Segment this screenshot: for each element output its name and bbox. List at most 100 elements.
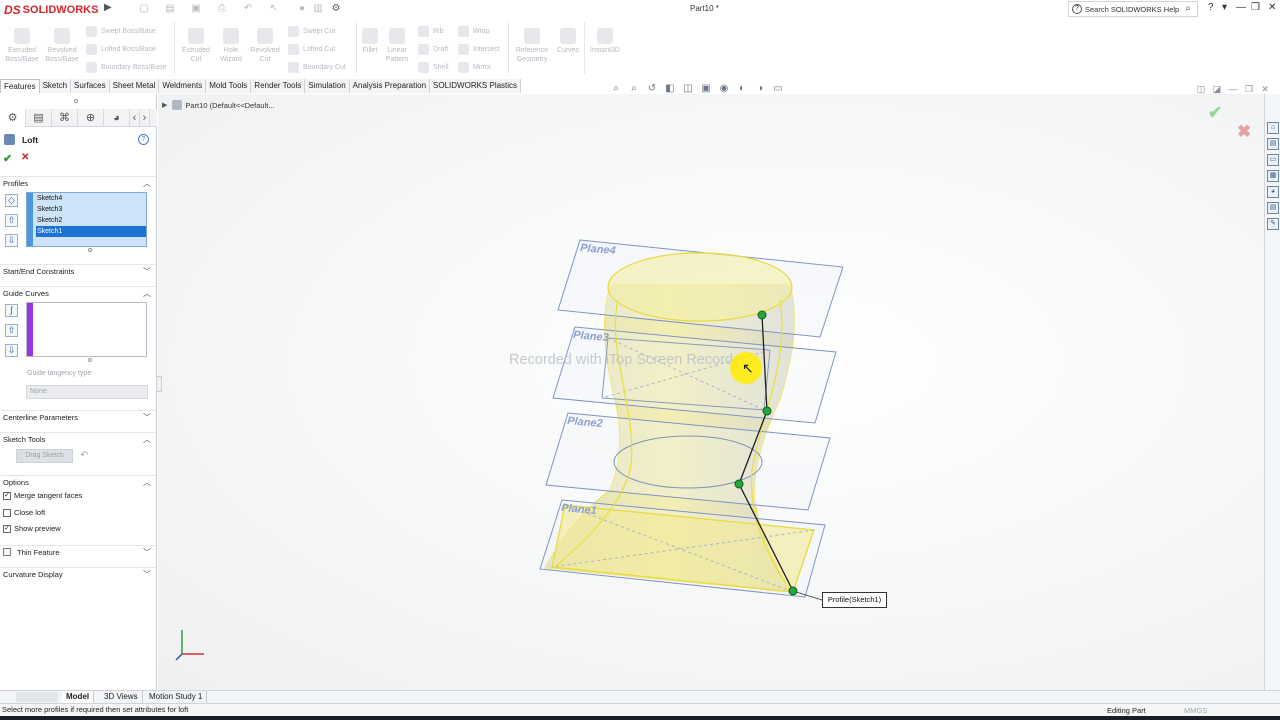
tab-render-tools[interactable]: Render Tools [251, 79, 306, 93]
swept-boss-button[interactable]: Swept Boss/Base [86, 26, 156, 37]
collapse-chevron-icon[interactable]: ︿ [143, 433, 151, 447]
profile-item[interactable]: Sketch2 [36, 215, 146, 226]
tab-solidworks-plastics[interactable]: SOLIDWORKS Plastics [430, 79, 522, 93]
profile-item-selected[interactable]: Sketch1 [36, 226, 146, 237]
listbox-resize-grip[interactable] [88, 358, 92, 362]
intersect-button[interactable]: Intersect [458, 44, 500, 55]
extruded-boss-button[interactable]: Extruded Boss/Base [4, 28, 40, 64]
restore-icon[interactable]: ❐ [1251, 2, 1260, 13]
design-library-icon[interactable]: ▤ [1267, 138, 1279, 150]
doc-restore-icon[interactable]: ◪ [1209, 84, 1225, 95]
tabs-scroll-left-icon[interactable]: ‹ [130, 109, 140, 127]
draft-button[interactable]: Draft [418, 44, 448, 55]
profile-item[interactable]: Sketch3 [36, 204, 146, 215]
tab-motion-study-1[interactable]: Motion Study 1 [145, 691, 208, 703]
solidworks-resources-icon[interactable]: ⌂ [1267, 122, 1279, 134]
sketch-tools-section-header[interactable]: Sketch Tools ︿ [0, 432, 156, 446]
move-up-arrow-icon[interactable]: ⇧ [5, 214, 18, 227]
print-icon[interactable]: ⎙ [216, 3, 228, 15]
fillet-button[interactable]: Fillet [359, 28, 381, 55]
curvature-display-section-header[interactable]: Curvature Display ﹀ [0, 567, 156, 581]
tab-weldments[interactable]: Weldments [159, 79, 207, 93]
curves-button[interactable]: Curves [554, 28, 582, 55]
tab-sheet-metal[interactable]: Sheet Metal [109, 79, 160, 93]
instant3d-button[interactable]: Instant3D [586, 28, 624, 55]
merge-tangent-faces-checkbox[interactable]: ✓ Merge tangent faces [3, 490, 82, 502]
open-document-icon[interactable]: ▤ [164, 3, 176, 15]
rebuild-icon[interactable]: ● [296, 3, 308, 15]
options-gear-icon[interactable]: ⚙ [330, 3, 342, 15]
feature-manager-tab-icon[interactable]: ⚙ [0, 109, 26, 127]
file-properties-icon[interactable]: ▥ [312, 3, 324, 15]
lofted-cut-button[interactable]: Lofted Cut [288, 44, 335, 55]
hole-wizard-button[interactable]: Hole Wizard [214, 28, 248, 64]
thin-feature-checkbox[interactable] [3, 548, 11, 556]
revolved-cut-button[interactable]: Revolved Cut [248, 28, 282, 64]
tab-analysis-preparation[interactable]: Analysis Preparation [349, 79, 431, 93]
guide-curves-section-header[interactable]: Guide Curves ︿ [0, 286, 156, 300]
start-end-constraints-header[interactable]: Start/End Constraints ﹀ [0, 264, 156, 278]
confirm-corner-cancel-icon[interactable]: ✖ [1237, 122, 1251, 142]
solidworks-logo[interactable]: DS SOLIDWORKS [4, 2, 98, 18]
tab-navigation-arrows-icon[interactable] [16, 692, 58, 702]
expand-chevron-icon[interactable]: ﹀ [143, 568, 151, 582]
checkbox-checked-icon[interactable]: ✓ [3, 525, 11, 533]
cancel-x-icon[interactable]: ✕ [21, 152, 29, 163]
profiles-listbox[interactable]: Sketch4 Sketch3 Sketch2 Sketch1 [26, 192, 147, 247]
boundary-cut-button[interactable]: Boundary Cut [288, 62, 346, 73]
drag-sketch-button[interactable]: Drag Sketch [16, 449, 73, 463]
save-icon[interactable]: ▣ [190, 3, 202, 15]
doc-maximize-icon[interactable]: ❐ [1241, 84, 1257, 95]
tab-mold-tools[interactable]: Mold Tools [206, 79, 252, 93]
guide-move-down-arrow-icon[interactable]: ⇩ [5, 344, 18, 357]
expand-chevron-icon[interactable]: ﹀ [143, 546, 151, 560]
display-manager-tab-icon[interactable]: ◕ [104, 109, 130, 127]
thin-feature-section-header[interactable]: Thin Feature ﹀ [0, 545, 156, 559]
close-loft-checkbox[interactable]: Close loft [3, 507, 45, 519]
extruded-cut-button[interactable]: Extruded Cut [178, 28, 214, 64]
configuration-manager-tab-icon[interactable]: ⌘ [52, 109, 78, 127]
panel-collapse-handle[interactable] [157, 376, 162, 392]
guide-move-up-arrow-icon[interactable]: ⇧ [5, 324, 18, 337]
help-icon[interactable]: ? [138, 134, 149, 145]
move-down-arrow-icon[interactable]: ⇩ [5, 234, 18, 247]
property-manager-tab-icon[interactable]: ▤ [26, 109, 52, 127]
appearances-icon[interactable]: ◕ [1267, 186, 1279, 198]
tab-simulation[interactable]: Simulation [305, 79, 350, 93]
forum-icon[interactable]: ✎ [1267, 218, 1279, 230]
collapse-chevron-icon[interactable]: ︿ [143, 476, 151, 490]
tab-sketch[interactable]: Sketch [39, 79, 72, 93]
revolved-boss-button[interactable]: Revolved Boss/Base [44, 28, 80, 64]
unit-system[interactable]: MMGS [1184, 706, 1207, 715]
expand-chevron-icon[interactable]: ﹀ [143, 265, 151, 279]
shell-button[interactable]: Shell [418, 62, 449, 73]
boundary-boss-button[interactable]: Boundary Boss/Base [86, 62, 166, 73]
guide-curves-listbox[interactable] [26, 302, 147, 357]
confirm-corner-ok-icon[interactable]: ✔ [1208, 103, 1222, 123]
help-menu-icon[interactable]: ? [1208, 2, 1214, 13]
profile-item[interactable]: Sketch4 [36, 193, 146, 204]
profile-callout[interactable]: Profile(Sketch1) [822, 592, 887, 608]
panel-resize-grip[interactable] [74, 99, 78, 103]
tab-model[interactable]: Model [62, 691, 95, 703]
file-explorer-icon[interactable]: ▭ [1267, 154, 1279, 166]
search-icon[interactable]: ⌕ [1185, 3, 1191, 14]
expand-chevron-icon[interactable]: ﹀ [143, 411, 151, 425]
checkbox-unchecked-icon[interactable] [3, 509, 11, 517]
profiles-section-header[interactable]: Profiles ︿ [0, 176, 156, 190]
collapse-chevron-icon[interactable]: ︿ [143, 177, 151, 191]
show-preview-checkbox[interactable]: ✓ Show preview [3, 523, 61, 535]
centerline-parameters-header[interactable]: Centerline Parameters ﹀ [0, 410, 156, 424]
select-icon[interactable]: ↖ [268, 3, 280, 15]
linear-pattern-button[interactable]: Linear Pattern [382, 28, 412, 64]
doc-minimize-icon[interactable]: — [1225, 84, 1241, 95]
tab-surfaces[interactable]: Surfaces [71, 79, 110, 93]
dimxpert-manager-tab-icon[interactable]: ⊕ [78, 109, 104, 127]
view-palette-icon[interactable]: ▦ [1267, 170, 1279, 182]
undo-icon[interactable]: ↶ [242, 3, 254, 15]
minimize-icon[interactable]: — [1236, 2, 1246, 13]
help-dropdown-icon[interactable]: ▾ [1222, 2, 1227, 13]
new-document-icon[interactable]: ▢ [138, 3, 150, 15]
guide-tangency-select[interactable]: None [26, 385, 148, 399]
help-search-input[interactable]: ? Search SOLIDWORKS Help ⌕ [1068, 1, 1198, 17]
